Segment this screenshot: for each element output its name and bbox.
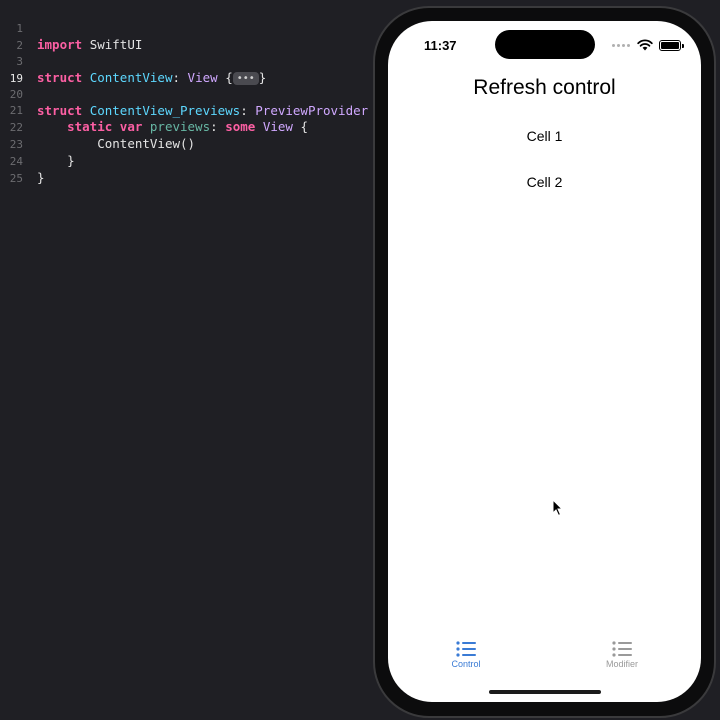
home-indicator [489,690,601,694]
dynamic-island [495,30,595,59]
tab-modifier[interactable]: Modifier [582,641,662,669]
list-cell[interactable]: Cell 1 [388,128,701,144]
code-line[interactable]: 19 [0,55,380,85]
navigation-title: Refresh control [473,76,616,99]
tab-control[interactable]: Control [426,641,506,669]
code-line[interactable]: 23 } [0,121,380,168]
code-line[interactable]: 20 struct ContentView_Previews: PreviewP… [0,71,380,118]
code-line[interactable]: 3 struct ContentView: View {•••} [0,38,380,85]
mouse-pointer-icon [552,499,564,517]
code-line[interactable]: 2 [0,22,380,52]
status-indicators [612,38,684,52]
cellular-signal-icon [612,43,630,47]
code-line[interactable]: 1 import SwiftUI [0,5,380,52]
tab-bar: Control Modifier [388,633,701,683]
phone-screen: 11:37 Refresh control Cell 1 Cell 2 Cont… [388,21,701,702]
code-line[interactable]: 25 [0,155,380,185]
list-icon [456,641,476,657]
status-time: 11:37 [424,38,457,53]
battery-icon [659,39,684,51]
list-icon [612,641,632,657]
tab-label: Modifier [605,659,638,669]
brace: } [37,170,45,185]
wifi-icon [637,39,653,51]
code-line[interactable]: 21 static var previews: some View { [0,87,380,134]
tab-label: Control [451,659,481,669]
list-cell[interactable]: Cell 2 [388,174,701,190]
code-line[interactable]: 22 ContentView() [0,104,380,151]
line-number: 25 [9,172,23,185]
code-line[interactable]: 24 } [0,138,380,185]
